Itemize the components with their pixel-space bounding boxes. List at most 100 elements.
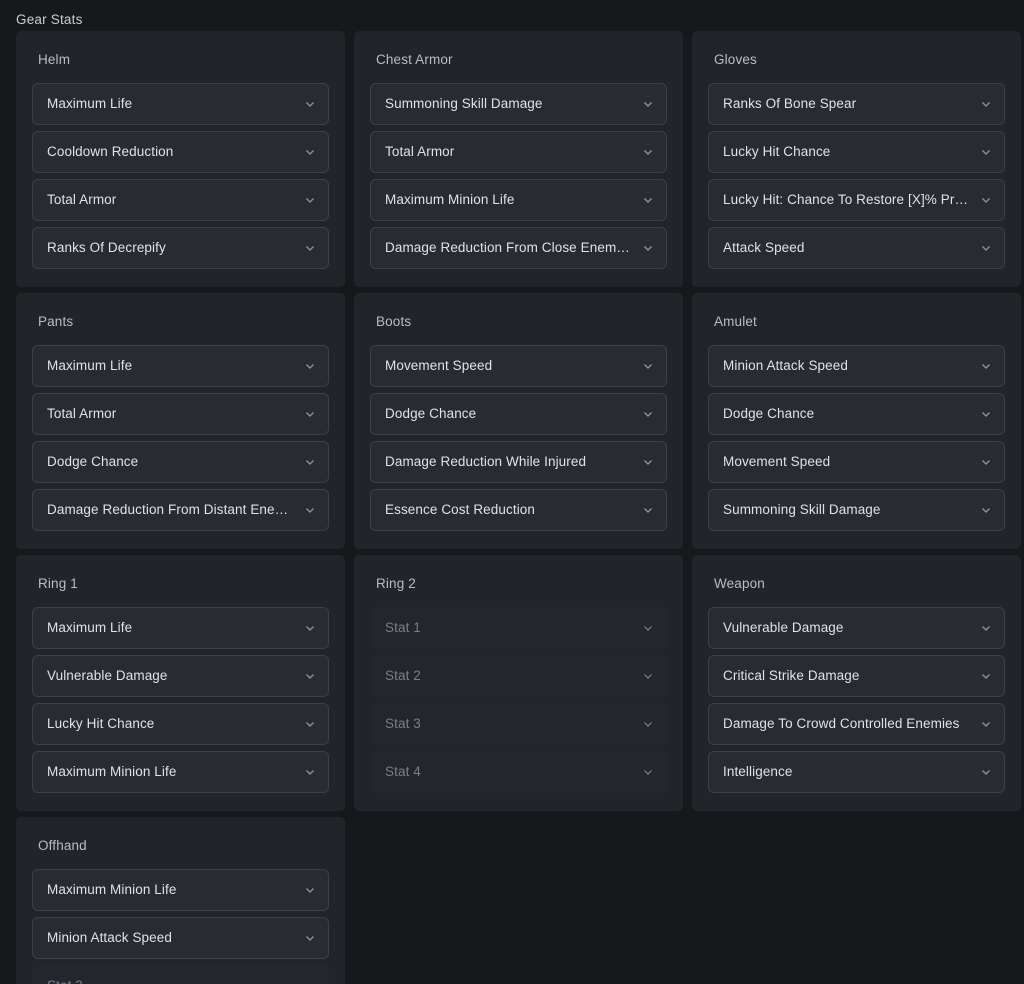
stat-select-weapon-1[interactable]: Vulnerable Damage [708,607,1005,649]
chevron-down-icon [642,504,654,516]
stat-select-value: Ranks Of Decrepify [47,240,166,255]
stat-select-chest-armor-1[interactable]: Summoning Skill Damage [370,83,667,125]
stat-select-value: Maximum Life [47,358,133,373]
stat-select-ring-2-3[interactable]: Stat 3 [370,703,667,745]
stat-select-value: Stat 3 [47,977,83,984]
stat-select-pants-3[interactable]: Dodge Chance [32,441,329,483]
stat-select-chest-armor-2[interactable]: Total Armor [370,131,667,173]
stat-select-offhand-3[interactable]: Stat 3 [32,965,329,984]
chevron-down-icon [304,146,316,158]
stat-select-value: Maximum Minion Life [385,192,515,207]
stat-select-helm-2[interactable]: Cooldown Reduction [32,131,329,173]
stat-select-offhand-1[interactable]: Maximum Minion Life [32,869,329,911]
stat-select-list: Maximum Life Cooldown Reduction Total Armo… [32,83,329,269]
stat-select-ring-1-1[interactable]: Maximum Life [32,607,329,649]
stat-select-weapon-3[interactable]: Damage To Crowd Controlled Enemies [708,703,1005,745]
stat-select-pants-1[interactable]: Maximum Life [32,345,329,387]
stat-select-pants-2[interactable]: Total Armor [32,393,329,435]
stat-select-helm-1[interactable]: Maximum Life [32,83,329,125]
stat-select-value: Lucky Hit: Chance To Restore [X]% Primar… [723,192,970,207]
gear-card-title: Ring 2 [376,576,416,591]
stat-select-gloves-2[interactable]: Lucky Hit Chance [708,131,1005,173]
stat-select-value: Maximum Minion Life [47,882,177,897]
gear-slot-grid: Helm Maximum Life Cooldown Reduction Total … [0,31,1024,984]
stat-select-gloves-1[interactable]: Ranks Of Bone Spear [708,83,1005,125]
stat-select-boots-4[interactable]: Essence Cost Reduction [370,489,667,531]
stat-select-value: Maximum Life [47,96,133,111]
stat-select-amulet-3[interactable]: Movement Speed [708,441,1005,483]
stat-select-value: Summoning Skill Damage [723,502,881,517]
stat-select-value: Dodge Chance [385,406,477,421]
gear-card-ring-1: Ring 1 Maximum Life Vulnerable Damage Lucky… [16,555,345,811]
stat-select-value: Summoning Skill Damage [385,96,543,111]
stat-select-weapon-4[interactable]: Intelligence [708,751,1005,793]
chevron-down-icon [642,670,654,682]
gear-card-helm: Helm Maximum Life Cooldown Reduction Total … [16,31,345,287]
chevron-down-icon [642,360,654,372]
stat-select-gloves-4[interactable]: Attack Speed [708,227,1005,269]
chevron-down-icon [304,242,316,254]
stat-select-amulet-2[interactable]: Dodge Chance [708,393,1005,435]
gear-card-title: Ring 1 [38,576,78,591]
stat-select-value: Essence Cost Reduction [385,502,536,517]
stat-select-value: Vulnerable Damage [723,620,844,635]
stat-select-value: Intelligence [723,764,793,779]
stat-select-value: Minion Attack Speed [723,358,848,373]
chevron-down-icon [304,884,316,896]
chevron-down-icon [980,408,992,420]
stat-select-list: Ranks Of Bone Spear Lucky Hit Chance Lucky… [708,83,1005,269]
stat-select-offhand-2[interactable]: Minion Attack Speed [32,917,329,959]
chevron-down-icon [304,194,316,206]
gear-card-title: Pants [38,314,74,329]
stat-select-boots-1[interactable]: Movement Speed [370,345,667,387]
stat-select-amulet-4[interactable]: Summoning Skill Damage [708,489,1005,531]
gear-card-title: Boots [376,314,412,329]
stat-select-chest-armor-3[interactable]: Maximum Minion Life [370,179,667,221]
stat-select-value: Vulnerable Damage [47,668,168,683]
stat-select-weapon-2[interactable]: Critical Strike Damage [708,655,1005,697]
chevron-down-icon [642,98,654,110]
chevron-down-icon [980,98,992,110]
chevron-down-icon [642,194,654,206]
stat-select-value: Damage Reduction From Distant Enemies [47,502,294,517]
stat-select-value: Minion Attack Speed [47,930,172,945]
stat-select-gloves-3[interactable]: Lucky Hit: Chance To Restore [X]% Primar… [708,179,1005,221]
gear-card-weapon: Weapon Vulnerable Damage Critical Strike D… [692,555,1021,811]
stat-select-value: Dodge Chance [47,454,139,469]
stat-select-ring-2-1[interactable]: Stat 1 [370,607,667,649]
stat-select-ring-1-2[interactable]: Vulnerable Damage [32,655,329,697]
chevron-down-icon [642,456,654,468]
stat-select-helm-3[interactable]: Total Armor [32,179,329,221]
chevron-down-icon [980,360,992,372]
stat-select-value: Total Armor [385,144,455,159]
chevron-down-icon [642,622,654,634]
stat-select-list: Summoning Skill Damage Total Armor Maximum… [370,83,667,269]
chevron-down-icon [304,360,316,372]
stat-select-value: Stat 3 [385,716,421,731]
stat-select-boots-3[interactable]: Damage Reduction While Injured [370,441,667,483]
stat-select-value: Movement Speed [723,454,831,469]
chevron-down-icon [304,766,316,778]
stat-select-value: Stat 4 [385,764,421,779]
stat-select-list: Maximum Minion Life Minion Attack Speed St… [32,869,329,984]
chevron-down-icon [304,504,316,516]
stat-select-helm-4[interactable]: Ranks Of Decrepify [32,227,329,269]
stat-select-pants-4[interactable]: Damage Reduction From Distant Enemies [32,489,329,531]
gear-card-pants: Pants Maximum Life Total Armor Dodge Chance… [16,293,345,549]
chevron-down-icon [304,932,316,944]
stat-select-ring-2-2[interactable]: Stat 2 [370,655,667,697]
chevron-down-icon [642,146,654,158]
stat-select-ring-2-4[interactable]: Stat 4 [370,751,667,793]
gear-stats-page: Gear Stats Helm Maximum Life Cooldown Redu… [0,0,1024,984]
stat-select-value: Movement Speed [385,358,493,373]
stat-select-value: Stat 1 [385,620,421,635]
stat-select-ring-1-3[interactable]: Lucky Hit Chance [32,703,329,745]
stat-select-value: Lucky Hit Chance [47,716,155,731]
gear-card-gloves: Gloves Ranks Of Bone Spear Lucky Hit Chanc… [692,31,1021,287]
stat-select-list: Movement Speed Dodge Chance Damage Reducti… [370,345,667,531]
stat-select-amulet-1[interactable]: Minion Attack Speed [708,345,1005,387]
stat-select-list: Maximum Life Vulnerable Damage Lucky Hit C… [32,607,329,793]
stat-select-boots-2[interactable]: Dodge Chance [370,393,667,435]
stat-select-ring-1-4[interactable]: Maximum Minion Life [32,751,329,793]
stat-select-chest-armor-4[interactable]: Damage Reduction From Close Enemies [370,227,667,269]
